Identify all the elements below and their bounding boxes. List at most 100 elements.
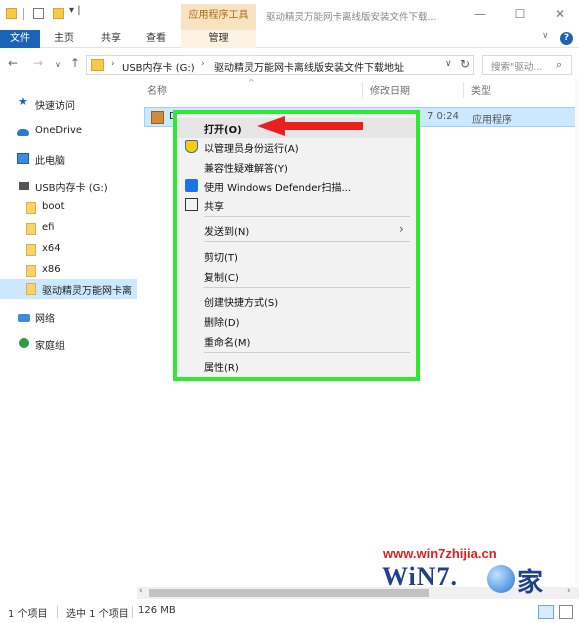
sidebar-item-label: efi <box>42 222 55 233</box>
title-bar: ▾ | 应用程序工具 驱动精灵万能网卡离线版安装文件下载... — ☐ ✕ <box>0 0 579 30</box>
breadcrumb-drive[interactable]: USB内存卡 (G:) <box>122 59 195 74</box>
horizontal-scrollbar[interactable]: ‹ › <box>137 586 579 599</box>
selected-count: 选中 1 个项目 <box>66 609 129 620</box>
folder-icon <box>26 283 36 295</box>
column-header-type[interactable]: 类型 <box>471 82 491 100</box>
address-bar[interactable]: › USB内存卡 (G:) › 驱动精灵万能网卡离线版安装文件下载地址 ∨ ↻ <box>86 55 474 75</box>
menu-item-label: 以管理员身份运行(A) <box>204 144 299 155</box>
refresh-icon[interactable]: ↻ <box>460 57 470 71</box>
folder-icon <box>26 223 36 235</box>
menu-item-label: 重命名(M) <box>204 338 251 349</box>
annotation-arrow <box>257 116 363 136</box>
menu-item-create-shortcut[interactable]: 创建快捷方式(S) <box>177 291 416 311</box>
sidebar-item-this-pc[interactable]: 此电脑 <box>0 149 137 169</box>
back-button[interactable]: ← <box>8 56 18 70</box>
forward-button[interactable]: → <box>33 56 43 70</box>
usb-drive-icon <box>19 182 29 190</box>
column-header-date[interactable]: 修改日期 <box>370 82 410 100</box>
divider[interactable] <box>463 82 464 98</box>
menu-item-troubleshoot-compatibility[interactable]: 兼容性疑难解答(Y) <box>177 157 416 177</box>
star-icon: ★ <box>18 95 28 108</box>
divider <box>204 352 410 353</box>
sidebar-item-boot[interactable]: boot <box>0 198 137 218</box>
sidebar-item-quick-access[interactable]: ★ 快速访问 <box>0 94 137 114</box>
close-button[interactable]: ✕ <box>550 5 570 23</box>
menu-item-defender-scan[interactable]: 使用 Windows Defender扫描... <box>177 176 416 196</box>
file-type: 应用程序 <box>472 115 512 126</box>
folder-icon <box>91 59 104 71</box>
sidebar-item-onedrive[interactable]: OneDrive <box>0 122 137 142</box>
context-tab-header: 应用程序工具 <box>181 4 256 30</box>
status-bar: 1 个项目 选中 1 个项目 126 MB <box>0 602 579 623</box>
menu-item-properties[interactable]: 属性(R) <box>177 356 416 376</box>
tab-file[interactable]: 文件 <box>0 30 40 48</box>
search-input[interactable]: 搜索"驱动... ⌕ <box>482 55 572 75</box>
menu-item-label: 剪切(T) <box>204 253 238 264</box>
breadcrumb-folder[interactable]: 驱动精灵万能网卡离线版安装文件下载地址 <box>214 59 404 74</box>
menu-item-run-as-admin[interactable]: 以管理员身份运行(A) <box>177 137 416 157</box>
window-title: 驱动精灵万能网卡离线版安装文件下载... <box>266 12 437 23</box>
watermark-url: www.win7zhijia.cn <box>383 546 497 561</box>
menu-item-share[interactable]: 共享 <box>177 195 416 215</box>
computer-icon <box>17 153 29 164</box>
defender-icon <box>185 179 198 192</box>
sidebar-item-network[interactable]: 网络 <box>0 307 137 327</box>
context-menu: 打开(O) 以管理员身份运行(A) 兼容性疑难解答(Y) 使用 Windows … <box>177 114 416 377</box>
sidebar-item-current-folder[interactable]: 驱动精灵万能网卡离 <box>0 279 137 299</box>
tab-manage[interactable]: 管理 <box>181 30 256 48</box>
menu-item-label: 共享 <box>204 202 224 213</box>
sidebar-item-homegroup[interactable]: 家庭组 <box>0 334 137 354</box>
help-icon[interactable]: ? <box>560 32 573 45</box>
tab-view[interactable]: 查看 <box>146 30 166 48</box>
watermark-logo-char: 家 <box>517 568 544 598</box>
homegroup-icon <box>19 338 29 348</box>
details-view-icon[interactable] <box>538 605 554 619</box>
scroll-right-icon[interactable]: › <box>567 586 571 596</box>
search-placeholder: 搜索"驱动... <box>491 62 543 73</box>
folder-icon <box>6 8 17 19</box>
recent-locations-button[interactable]: ∨ <box>55 60 61 69</box>
menu-item-label: 复制(C) <box>204 273 239 284</box>
ribbon-tabs: 文件 主页 共享 查看 管理 ∨ ? <box>0 30 579 48</box>
menu-item-copy[interactable]: 复制(C) <box>177 266 416 286</box>
sidebar-item-label: 快速访问 <box>35 101 75 112</box>
address-dropdown-icon[interactable]: ∨ <box>445 59 452 69</box>
sidebar-item-label: 驱动精灵万能网卡离 <box>42 286 132 297</box>
large-icons-view-icon[interactable] <box>559 605 573 619</box>
vertical-scrollbar[interactable] <box>575 78 579 586</box>
application-icon <box>151 111 164 124</box>
shield-icon <box>185 140 198 153</box>
menu-item-send-to[interactable]: 发送到(N) › <box>177 220 416 240</box>
divider <box>23 8 24 20</box>
sort-caret-icon: ^ <box>248 78 255 87</box>
sidebar-item-x64[interactable]: x64 <box>0 240 137 260</box>
share-icon <box>185 198 198 211</box>
properties-icon[interactable] <box>33 8 44 19</box>
menu-item-cut[interactable]: 剪切(T) <box>177 246 416 266</box>
chevron-down-icon[interactable]: ∨ <box>542 31 549 41</box>
tab-share[interactable]: 共享 <box>101 30 121 48</box>
sidebar-item-usb-drive[interactable]: USB内存卡 (G:) <box>0 176 137 196</box>
sidebar-item-efi[interactable]: efi <box>0 219 137 239</box>
column-header-name[interactable]: 名称 <box>147 82 167 100</box>
divider <box>132 606 133 618</box>
menu-item-rename[interactable]: 重命名(M) <box>177 331 416 351</box>
divider[interactable] <box>362 82 363 98</box>
search-icon[interactable]: ⌕ <box>556 58 562 72</box>
minimize-button[interactable]: — <box>470 5 490 23</box>
chevron-right-icon[interactable]: › <box>201 59 205 69</box>
chevron-right-icon[interactable]: › <box>111 59 115 69</box>
menu-item-delete[interactable]: 删除(D) <box>177 311 416 331</box>
quick-access-menu[interactable]: ▾ | <box>69 5 81 16</box>
tab-home[interactable]: 主页 <box>54 30 74 48</box>
scroll-left-icon[interactable]: ‹ <box>139 586 143 596</box>
up-button[interactable]: ↑ <box>70 56 80 70</box>
sidebar-item-label: 家庭组 <box>35 341 65 352</box>
folder-icon <box>26 265 36 277</box>
menu-item-label: 兼容性疑难解答(Y) <box>204 164 288 175</box>
file-date: 7 0:24 <box>427 111 459 122</box>
divider <box>57 606 58 618</box>
sidebar-item-x86[interactable]: x86 <box>0 261 137 281</box>
new-folder-icon[interactable] <box>53 8 64 19</box>
maximize-button[interactable]: ☐ <box>510 5 530 23</box>
